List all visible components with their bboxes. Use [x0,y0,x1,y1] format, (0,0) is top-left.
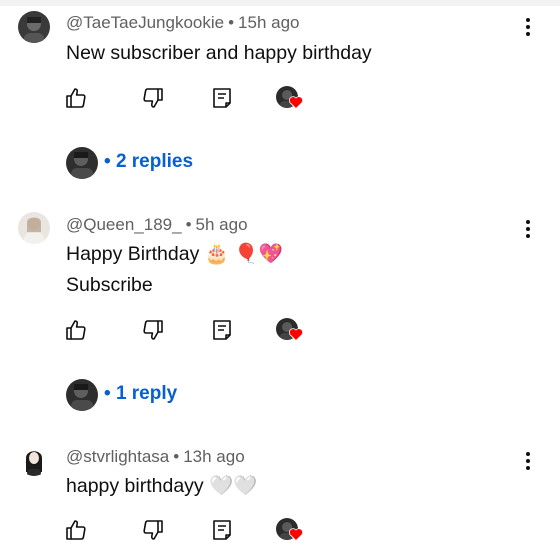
comment-text: New subscriber and happy birthday [66,42,372,64]
comment-text-line: Subscribe [66,274,153,296]
comments-section: @TaeTaeJungkookie • 15h ago New subscriber… [0,0,560,560]
replies-label: • 2 replies [104,151,193,173]
comment-time[interactable]: 15h ago [238,13,299,32]
thumbs-down-icon[interactable] [141,318,167,344]
comment-time[interactable]: 13h ago [183,447,244,466]
reply-author-avatar [66,379,98,411]
replies-bullet: • [104,383,111,404]
replies-count: 2 replies [115,151,194,172]
avatar[interactable] [18,11,50,43]
reply-comment-icon[interactable] [210,318,236,344]
author-name[interactable]: @TaeTaeJungkookie [66,13,224,32]
comment-text: Happy Birthday 🎂 🎈💖 [66,243,283,265]
comment-meta: @stvrlightasa • 13h ago [66,447,245,467]
more-vert-icon[interactable] [518,218,538,242]
more-vert-icon[interactable] [518,450,538,474]
replies-label: • 1 reply [104,383,177,405]
thumbs-up-icon[interactable] [64,318,90,344]
top-divider [0,0,560,6]
comment-actions [0,318,560,346]
creator-heart-icon [276,86,304,112]
creator-heart-icon [276,318,304,344]
avatar[interactable] [18,212,50,244]
meta-separator: • [228,13,235,32]
more-vert-icon[interactable] [518,16,538,40]
avatar[interactable] [18,444,50,476]
author-name[interactable]: @stvrlightasa [66,447,169,466]
meta-separator: • [185,215,192,234]
comment-actions [0,518,560,546]
thumbs-down-icon[interactable] [141,518,167,544]
comment-actions [0,86,560,114]
reply-author-avatar [66,147,98,179]
comment-text: happy birthdayy 🤍🤍 [66,475,258,497]
replies-count: 1 reply [115,383,178,404]
author-name[interactable]: @Queen_189_ [66,215,182,234]
comment-meta: @Queen_189_ • 5h ago [66,215,248,235]
creator-heart-icon [276,518,304,544]
replies-bullet: • [104,151,111,172]
comment-meta: @TaeTaeJungkookie • 15h ago [66,13,300,33]
thumbs-up-icon[interactable] [64,86,90,112]
comment-time[interactable]: 5h ago [196,215,248,234]
thumbs-down-icon[interactable] [141,86,167,112]
thumbs-up-icon[interactable] [64,518,90,544]
meta-separator: • [173,447,180,466]
reply-comment-icon[interactable] [210,518,236,544]
reply-comment-icon[interactable] [210,86,236,112]
